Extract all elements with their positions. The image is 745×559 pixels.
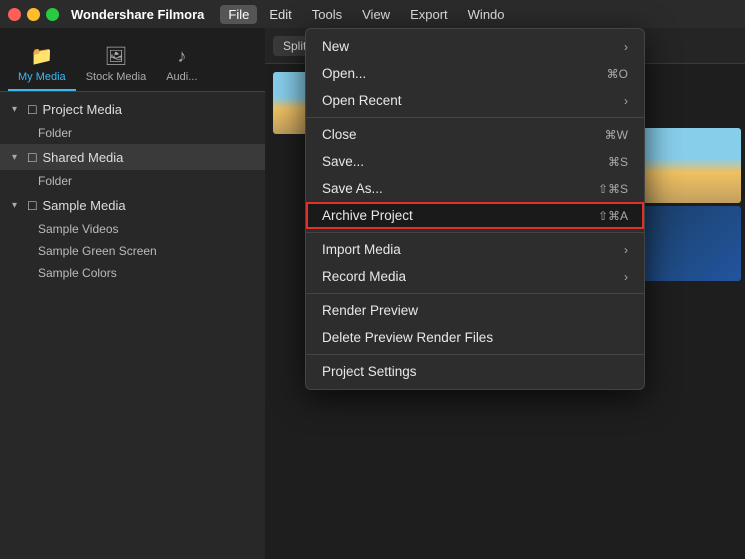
menu-export[interactable]: Export: [402, 5, 456, 24]
minimize-button[interactable]: [27, 8, 40, 21]
menu-item-close[interactable]: Close ⌘W: [306, 121, 644, 148]
tab-my-media[interactable]: 📁 My Media: [8, 40, 76, 91]
shared-media-label: Shared Media: [42, 150, 123, 165]
tree-item-project-media[interactable]: ▾ □ Project Media: [0, 96, 265, 122]
tab-audio-label: Audi...: [166, 71, 197, 83]
menu-archive-shortcut: ⇧⌘A: [598, 209, 628, 223]
tree-item-shared-media[interactable]: ▾ □ Shared Media: [0, 144, 265, 170]
menu-archive-label: Archive Project: [322, 208, 413, 223]
divider-3: [306, 293, 644, 294]
arrow-project-media: ▾: [12, 104, 22, 115]
menubar: Wondershare Filmora File Edit Tools View…: [0, 0, 745, 28]
app-name: Wondershare Filmora: [71, 7, 204, 22]
tab-my-media-label: My Media: [18, 71, 66, 83]
menu-render-label: Render Preview: [322, 303, 418, 318]
tree-child-folder-2[interactable]: Folder: [0, 170, 265, 192]
tree-item-sample-media[interactable]: ▾ □ Sample Media: [0, 192, 265, 218]
audio-icon: ♪: [177, 46, 186, 67]
menu-tools[interactable]: Tools: [304, 5, 350, 24]
menu-new-arrow: ›: [624, 40, 628, 54]
menu-item-save-as[interactable]: Save As... ⇧⌘S: [306, 175, 644, 202]
menu-delete-preview-label: Delete Preview Render Files: [322, 330, 493, 345]
tab-audio[interactable]: ♪ Audi...: [156, 40, 207, 91]
menu-open-recent-label: Open Recent: [322, 93, 402, 108]
menu-import-label: Import Media: [322, 242, 401, 257]
menu-item-project-settings[interactable]: Project Settings: [306, 358, 644, 385]
menu-edit[interactable]: Edit: [261, 5, 299, 24]
menu-item-archive[interactable]: Archive Project ⇧⌘A: [306, 202, 644, 229]
menu-item-import[interactable]: Import Media ›: [306, 236, 644, 263]
menu-item-record[interactable]: Record Media ›: [306, 263, 644, 290]
folder-icon-shared-media: □: [28, 149, 36, 165]
menu-view[interactable]: View: [354, 5, 398, 24]
menu-save-shortcut: ⌘S: [608, 155, 628, 169]
menu-item-new[interactable]: New ›: [306, 33, 644, 60]
sidebar: 📁 My Media 🖼 Stock Media ♪ Audi... ▾ □ P…: [0, 28, 265, 559]
tabs-row: 📁 My Media 🖼 Stock Media ♪ Audi...: [0, 28, 265, 92]
divider-4: [306, 354, 644, 355]
file-dropdown-menu: New › Open... ⌘O Open Recent › Close ⌘W …: [305, 28, 645, 390]
traffic-lights: [8, 8, 59, 21]
tree-child-sample-colors[interactable]: Sample Colors: [0, 262, 265, 284]
sample-media-label: Sample Media: [42, 198, 125, 213]
menu-save-as-shortcut: ⇧⌘S: [598, 182, 628, 196]
tree-child-folder-1[interactable]: Folder: [0, 122, 265, 144]
menu-item-save[interactable]: Save... ⌘S: [306, 148, 644, 175]
project-media-label: Project Media: [42, 102, 121, 117]
stock-media-icon: 🖼: [105, 46, 128, 67]
menu-open-recent-arrow: ›: [624, 94, 628, 108]
menu-item-open[interactable]: Open... ⌘O: [306, 60, 644, 87]
divider-1: [306, 117, 644, 118]
arrow-sample-media: ▾: [12, 200, 22, 211]
menu-open-shortcut: ⌘O: [607, 67, 628, 81]
menu-record-label: Record Media: [322, 269, 406, 284]
close-button[interactable]: [8, 8, 21, 21]
menu-project-settings-label: Project Settings: [322, 364, 417, 379]
my-media-icon: 📁: [31, 46, 53, 67]
menu-record-arrow: ›: [624, 270, 628, 284]
arrow-shared-media: ▾: [12, 152, 22, 163]
menu-close-shortcut: ⌘W: [605, 128, 628, 142]
tab-stock-media[interactable]: 🖼 Stock Media: [76, 40, 157, 91]
menu-save-label: Save...: [322, 154, 364, 169]
menu-item-open-recent[interactable]: Open Recent ›: [306, 87, 644, 114]
folder-icon-sample-media: □: [28, 197, 36, 213]
maximize-button[interactable]: [46, 8, 59, 21]
media-tree: ▾ □ Project Media Folder ▾ □ Shared Medi…: [0, 92, 265, 559]
tree-child-sample-green[interactable]: Sample Green Screen: [0, 240, 265, 262]
menu-window[interactable]: Windo: [460, 5, 513, 24]
divider-2: [306, 232, 644, 233]
menu-import-arrow: ›: [624, 243, 628, 257]
menu-item-render[interactable]: Render Preview: [306, 297, 644, 324]
menu-save-as-label: Save As...: [322, 181, 383, 196]
menu-new-label: New: [322, 39, 349, 54]
menubar-items: File Edit Tools View Export Windo: [220, 5, 512, 24]
tree-child-sample-videos[interactable]: Sample Videos: [0, 218, 265, 240]
tab-stock-media-label: Stock Media: [86, 71, 147, 83]
menu-close-label: Close: [322, 127, 357, 142]
menu-item-delete-preview[interactable]: Delete Preview Render Files: [306, 324, 644, 351]
menu-file[interactable]: File: [220, 5, 257, 24]
folder-icon-project-media: □: [28, 101, 36, 117]
menu-open-label: Open...: [322, 66, 366, 81]
